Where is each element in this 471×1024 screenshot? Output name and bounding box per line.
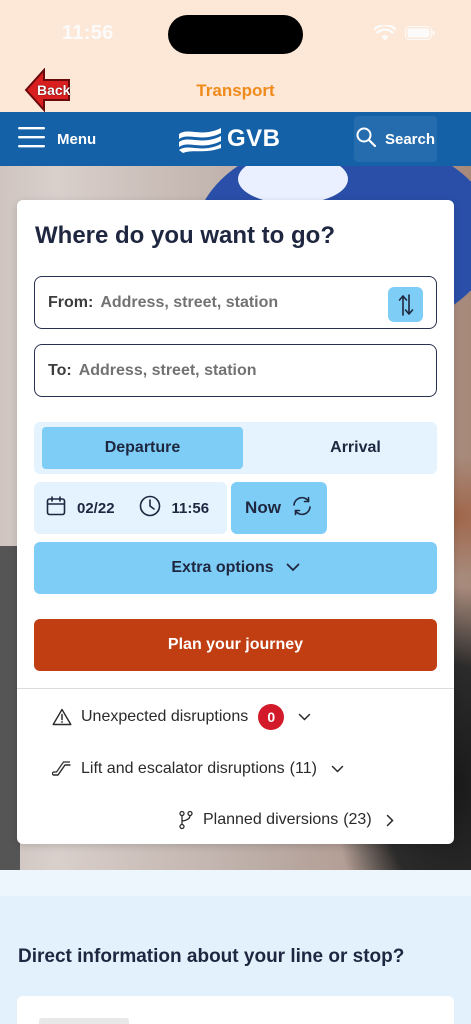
planner-title: Where do you want to go? [35,222,335,249]
battery-icon [405,26,435,40]
escalator-icon [52,760,72,778]
search-button[interactable]: Search [354,116,437,162]
lift-escalator-label: Lift and escalator disruptions [81,760,285,777]
from-label: From: [48,293,94,311]
to-placeholder: Address, street, station [78,361,257,379]
dynamic-island [168,15,303,54]
planned-diversions-count: (23) [343,811,372,828]
hamburger-icon [18,126,45,153]
extra-options-label: Extra options [171,559,274,576]
info-section-title: Direct information about your line or st… [18,946,405,967]
site-header: Menu GVB Search [0,112,471,166]
from-field[interactable]: From: Address, street, station [34,276,437,329]
chevron-down-icon [331,765,344,773]
divider [17,688,454,689]
disruption-count-badge: 0 [258,704,285,730]
wifi-icon [374,25,396,41]
chevron-right-icon [386,814,394,827]
planned-diversions-link[interactable]: Planned diversions (23) [178,806,394,834]
refresh-icon [291,496,313,521]
menu-label: Menu [57,130,97,148]
diversion-icon [178,810,194,830]
plan-journey-button[interactable]: Plan your journey [34,619,437,671]
now-label: Now [245,498,281,517]
arrival-tab[interactable]: Arrival [255,427,456,469]
app-bar: 11:56 Back Transport [0,0,471,112]
date-value: 02/22 [77,499,115,517]
planned-diversions-label: Planned diversions [203,811,339,828]
line-stop-search-card[interactable] [17,996,454,1024]
departure-tab[interactable]: Departure [42,427,243,469]
menu-button[interactable]: Menu [18,124,96,154]
search-icon [356,127,377,152]
to-label: To: [48,361,72,379]
lift-escalator-disruptions-toggle[interactable]: Lift and escalator disruptions (11) [52,755,344,783]
line-stop-info-section: Direct information about your line or st… [0,870,471,1024]
status-time: 11:56 [62,22,114,44]
now-button[interactable]: Now [231,482,327,534]
status-icons [374,25,435,41]
extra-options-button[interactable]: Extra options [34,542,437,594]
time-value: 11:56 [171,499,210,517]
from-placeholder: Address, street, station [100,293,279,311]
swap-arrows-icon [398,293,413,316]
clock-icon [139,495,161,521]
info-card-content-peek [39,1018,129,1024]
section-separator [0,870,471,896]
journey-planner-card: Where do you want to go? From: Address, … [17,200,454,844]
gvb-waves-icon [179,128,221,153]
chevron-down-icon [298,713,311,721]
date-time-picker[interactable]: 02/22 11:56 [34,482,227,534]
gvb-logo[interactable]: GVB [177,122,281,156]
to-field[interactable]: To: Address, street, station [34,344,437,397]
logo-text: GVB [227,125,281,152]
swap-button[interactable] [388,287,423,322]
search-label: Search [384,130,436,148]
departure-arrival-toggle: Departure Arrival [34,422,437,474]
unexpected-disruptions-toggle[interactable]: Unexpected disruptions 0 [52,703,311,731]
lift-escalator-count: (11) [289,760,317,777]
chevron-down-icon [286,559,300,577]
page-title: Transport [196,81,275,100]
unexpected-disruptions-label: Unexpected disruptions [81,708,249,725]
calendar-icon [46,496,66,520]
warning-icon [52,708,72,726]
